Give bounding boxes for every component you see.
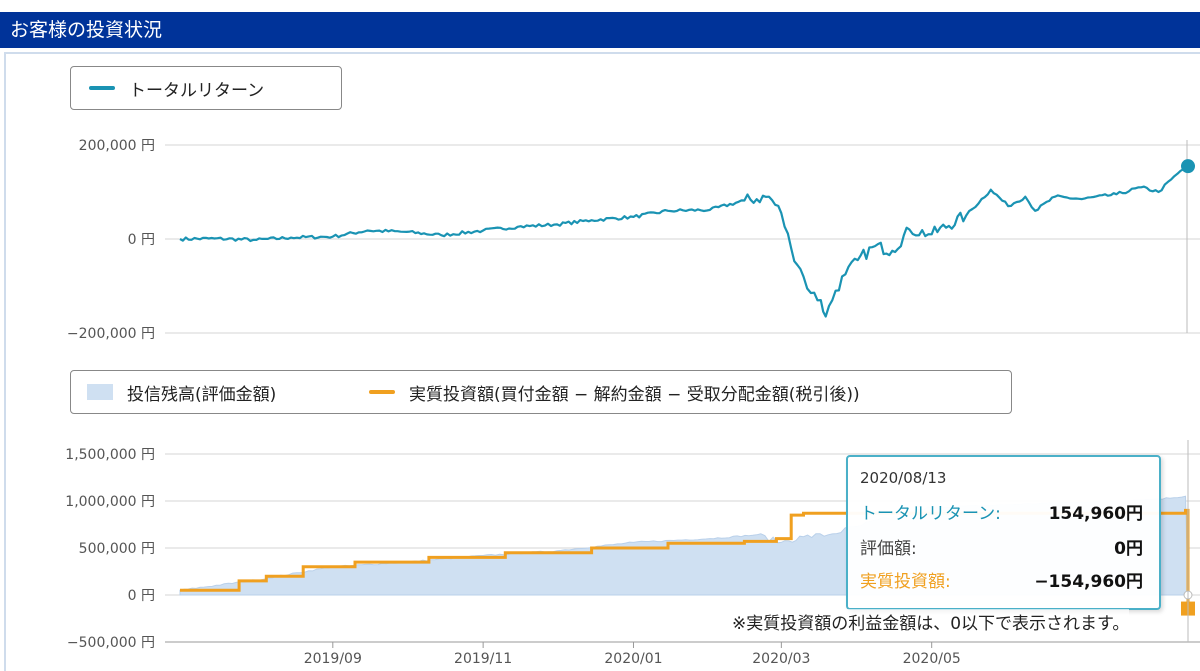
tooltip-row-valuation: 評価額: 0円 [860, 534, 1143, 562]
tooltip-valuation-value: 0円 [1114, 539, 1143, 559]
y-tick-label: −500,000 円 [67, 635, 155, 651]
x-tick-label: 2020/01 [604, 651, 662, 667]
total-return-chart: 200,000 円 0 円 −200,000 円 [67, 138, 1200, 342]
y-tick-label: 0 円 [128, 588, 155, 604]
total-return-line [179, 165, 1189, 318]
x-tick-label: 2020/03 [752, 651, 810, 667]
total-return-marker [1181, 159, 1195, 174]
tooltip-total-return-value: 154,960円 [1048, 504, 1143, 524]
x-tick-label: 2019/09 [304, 651, 362, 667]
footnote: ※実質投資額の利益金額は、0以下で表示されます。 [732, 609, 1130, 634]
y-tick-label: 0 円 [128, 232, 155, 248]
y-tick-label: 1,000,000 円 [65, 494, 155, 510]
tooltip-total-return-label: トータルリターン: [860, 504, 1001, 524]
y-tick-label: −200,000 円 [67, 326, 155, 342]
tooltip-valuation-label: 評価額: [860, 539, 917, 559]
tooltip: 2020/08/13 トータルリターン: 154,960円 評価額: 0円 実質… [846, 455, 1161, 610]
tooltip-row-total-return: トータルリターン: 154,960円 [860, 499, 1143, 527]
x-tick-label: 2020/05 [903, 651, 961, 667]
tooltip-date: 2020/08/13 [860, 469, 947, 487]
tooltip-investment-value: −154,960円 [1034, 572, 1143, 592]
y-tick-label: 500,000 円 [79, 541, 155, 557]
tooltip-investment-label: 実質投資額: [860, 572, 951, 592]
y-tick-label: 200,000 円 [79, 138, 155, 154]
x-tick-label: 2019/11 [454, 651, 512, 667]
tooltip-row-investment: 実質投資額: −154,960円 [860, 567, 1143, 595]
y-tick-label: 1,500,000 円 [65, 447, 155, 463]
